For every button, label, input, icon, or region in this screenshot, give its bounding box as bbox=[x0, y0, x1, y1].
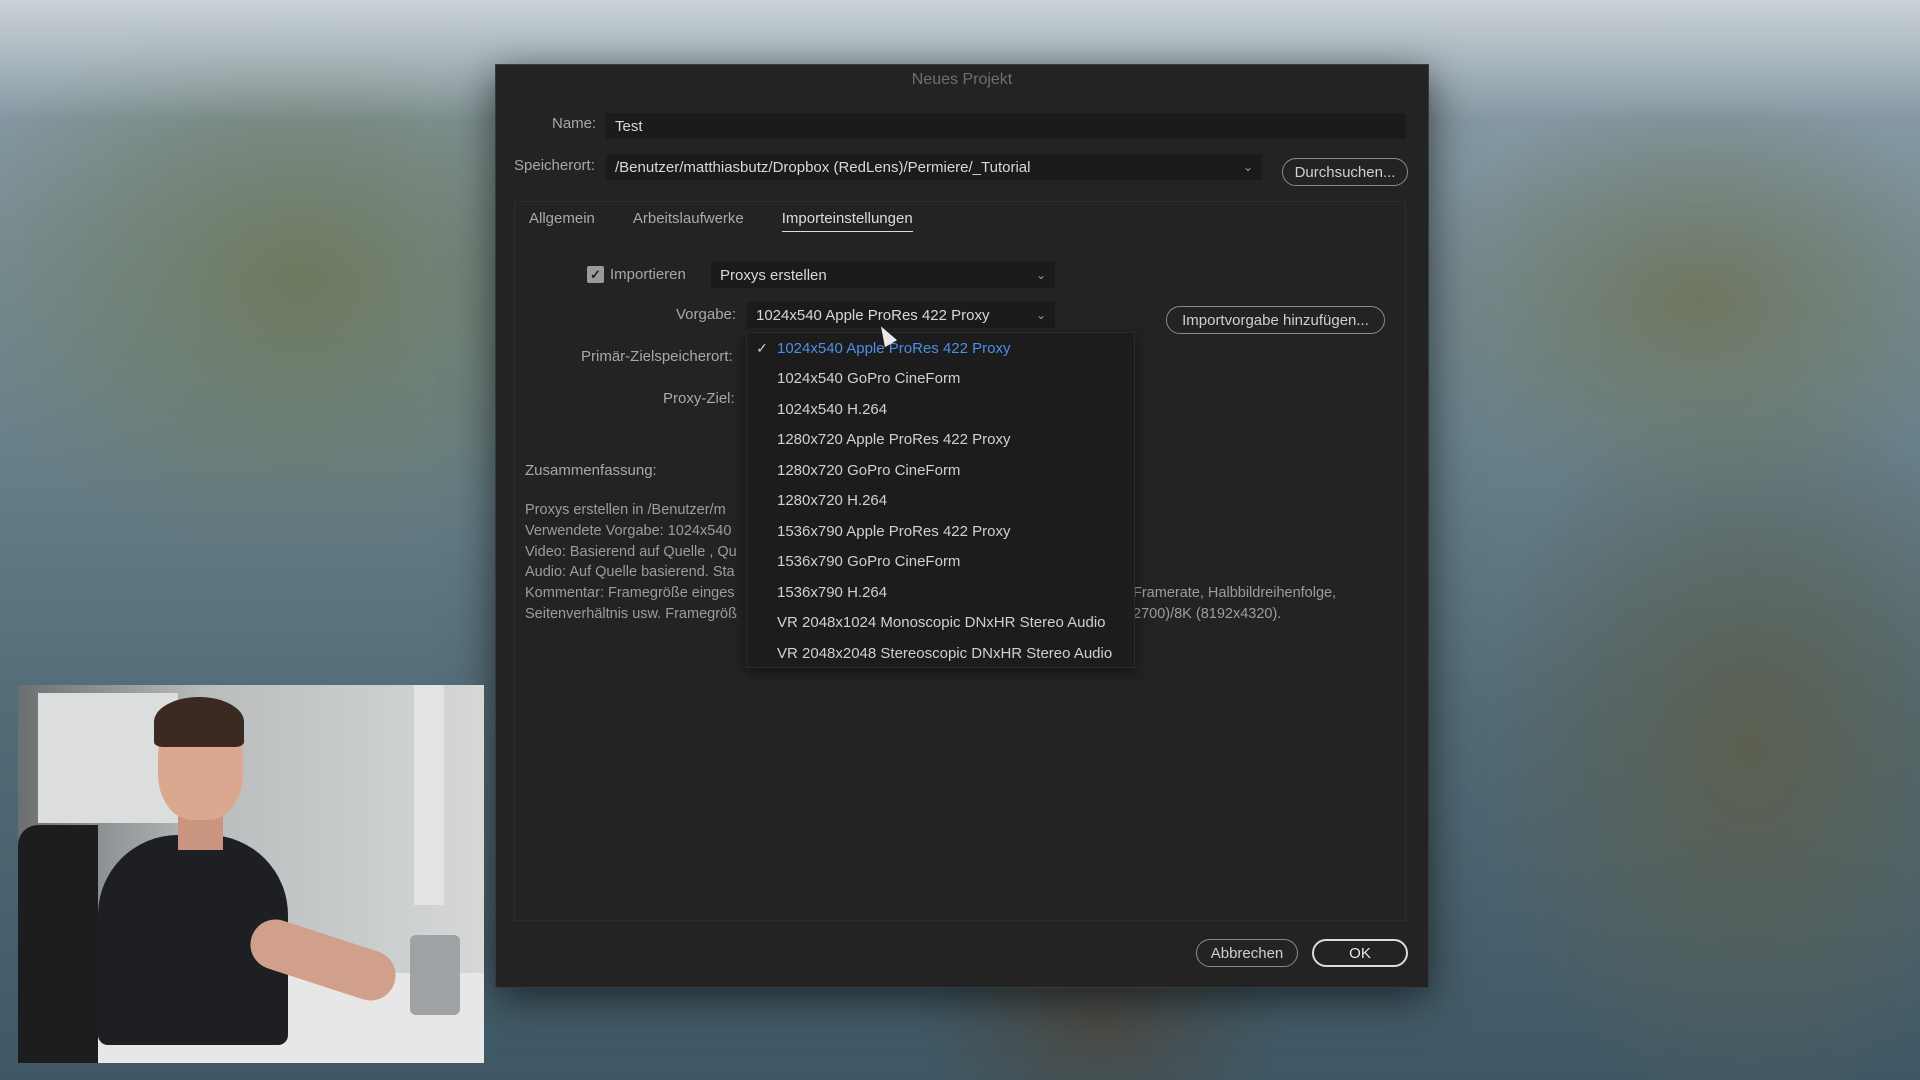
option-label: 1536x790 Apple ProRes 422 Proxy bbox=[777, 522, 1011, 540]
summary-text-right: Framerate, Halbbildreihenfolge, 2700)/8K… bbox=[1133, 583, 1336, 625]
checkmark-icon: ✓ bbox=[756, 339, 768, 356]
tab-bar: Allgemein Arbeitslaufwerke Importeinstel… bbox=[529, 210, 913, 232]
dropdown-option[interactable]: 1536x790 Apple ProRes 422 Proxy bbox=[747, 516, 1134, 547]
monitor bbox=[414, 685, 444, 905]
dropdown-option[interactable]: 1280x720 GoPro CineForm bbox=[747, 455, 1134, 486]
option-label: 1280x720 Apple ProRes 422 Proxy bbox=[777, 431, 1011, 449]
chevron-down-icon: ⌄ bbox=[1035, 268, 1046, 282]
dropdown-option[interactable]: VR 2048x1024 Monoscopic DNxHR Stereo Aud… bbox=[747, 608, 1134, 639]
ok-label: OK bbox=[1349, 944, 1371, 962]
dropdown-option[interactable]: VR 2048x2048 Stereoscopic DNxHR Stereo A… bbox=[747, 638, 1134, 669]
tab-general[interactable]: Allgemein bbox=[529, 210, 595, 232]
chevron-down-icon: ⌄ bbox=[1242, 160, 1253, 174]
add-import-preset-button[interactable]: Importvorgabe hinzufügen... bbox=[1166, 306, 1385, 334]
primary-target-label: Primär-Zielspeicherort: bbox=[581, 348, 733, 365]
add-import-preset-label: Importvorgabe hinzufügen... bbox=[1182, 311, 1369, 329]
summary-line: Audio: Auf Quelle basierend. Sta bbox=[525, 564, 735, 581]
option-label: 1536x790 GoPro CineForm bbox=[777, 553, 961, 571]
name-value: Test bbox=[615, 117, 643, 135]
preset-value: 1024x540 Apple ProRes 422 Proxy bbox=[756, 306, 990, 324]
summary-line: Seitenverhältnis usw. Framegröß bbox=[525, 605, 737, 622]
speaker bbox=[410, 935, 460, 1015]
chair bbox=[18, 825, 98, 1063]
summary-line: Video: Basierend auf Quelle , Qu bbox=[525, 543, 737, 560]
chevron-down-icon: ⌄ bbox=[1035, 308, 1046, 322]
summary-line: Kommentar: Framegröße einges bbox=[525, 585, 735, 602]
proxy-target-label: Proxy-Ziel: bbox=[663, 390, 735, 407]
option-label: 1280x720 GoPro CineForm bbox=[777, 461, 961, 479]
preset-select[interactable]: 1024x540 Apple ProRes 422 Proxy ⌄ bbox=[747, 302, 1055, 328]
cancel-button[interactable]: Abbrechen bbox=[1196, 939, 1298, 967]
cancel-label: Abbrechen bbox=[1210, 944, 1284, 962]
ok-button[interactable]: OK bbox=[1312, 939, 1408, 967]
option-label: VR 2048x1024 Monoscopic DNxHR Stereo Aud… bbox=[777, 614, 1106, 632]
checkmark-icon: ✓ bbox=[590, 266, 601, 282]
dropdown-option[interactable]: 1024x540 GoPro CineForm bbox=[747, 364, 1134, 395]
dropdown-option[interactable]: 1280x720 H.264 bbox=[747, 486, 1134, 517]
summary-line: Verwendete Vorgabe: 1024x540 bbox=[525, 522, 732, 539]
summary-label: Zusammenfassung: bbox=[525, 462, 657, 479]
preset-dropdown-list: ✓ 1024x540 Apple ProRes 422 Proxy 1024x54… bbox=[746, 332, 1135, 668]
option-label: 1280x720 H.264 bbox=[777, 492, 888, 510]
dropdown-option[interactable]: 1536x790 H.264 bbox=[747, 577, 1134, 608]
option-label: 1024x540 GoPro CineForm bbox=[777, 370, 961, 388]
dialog-title: Neues Projekt bbox=[911, 71, 1013, 88]
summary-text-left: Proxys erstellen in /Benutzer/m Verwende… bbox=[525, 500, 737, 625]
location-select[interactable]: /Benutzer/matthiasbutz/Dropbox (RedLens)… bbox=[606, 154, 1262, 180]
import-mode-select[interactable]: Proxys erstellen ⌄ bbox=[711, 262, 1055, 288]
summary-line: Proxys erstellen in /Benutzer/m bbox=[525, 502, 726, 518]
option-label: 1536x790 H.264 bbox=[777, 583, 888, 601]
person-hair bbox=[154, 697, 244, 747]
name-field[interactable]: Test bbox=[606, 113, 1406, 139]
dropdown-option[interactable]: 1024x540 H.264 bbox=[747, 394, 1134, 425]
summary-line: 2700)/8K (8192x4320). bbox=[1133, 605, 1282, 622]
location-label: Speicherort: bbox=[514, 157, 595, 174]
preset-label: Vorgabe: bbox=[676, 306, 737, 323]
option-label: 1024x540 H.264 bbox=[777, 400, 888, 418]
location-value: /Benutzer/matthiasbutz/Dropbox (RedLens)… bbox=[615, 158, 1031, 176]
summary-line: Framerate, Halbbildreihenfolge, bbox=[1133, 585, 1337, 601]
option-label: VR 2048x2048 Stereoscopic DNxHR Stereo A… bbox=[777, 644, 1113, 662]
tab-import-settings[interactable]: Importeinstellungen bbox=[781, 210, 913, 232]
webcam-overlay bbox=[18, 685, 484, 1063]
import-label: Importieren bbox=[610, 266, 686, 283]
browse-button[interactable]: Durchsuchen... bbox=[1282, 158, 1408, 186]
name-label: Name: bbox=[552, 115, 597, 132]
import-checkbox[interactable]: ✓ bbox=[587, 266, 604, 283]
option-label: 1024x540 Apple ProRes 422 Proxy bbox=[777, 339, 1011, 357]
browse-label: Durchsuchen... bbox=[1294, 163, 1396, 181]
dropdown-option[interactable]: 1536x790 GoPro CineForm bbox=[747, 547, 1134, 578]
dropdown-option[interactable]: ✓ 1024x540 Apple ProRes 422 Proxy bbox=[747, 333, 1134, 364]
dropdown-option[interactable]: 1280x720 Apple ProRes 422 Proxy bbox=[747, 425, 1134, 456]
import-mode-value: Proxys erstellen bbox=[720, 266, 827, 284]
tab-scratch-disks[interactable]: Arbeitslaufwerke bbox=[633, 210, 744, 232]
